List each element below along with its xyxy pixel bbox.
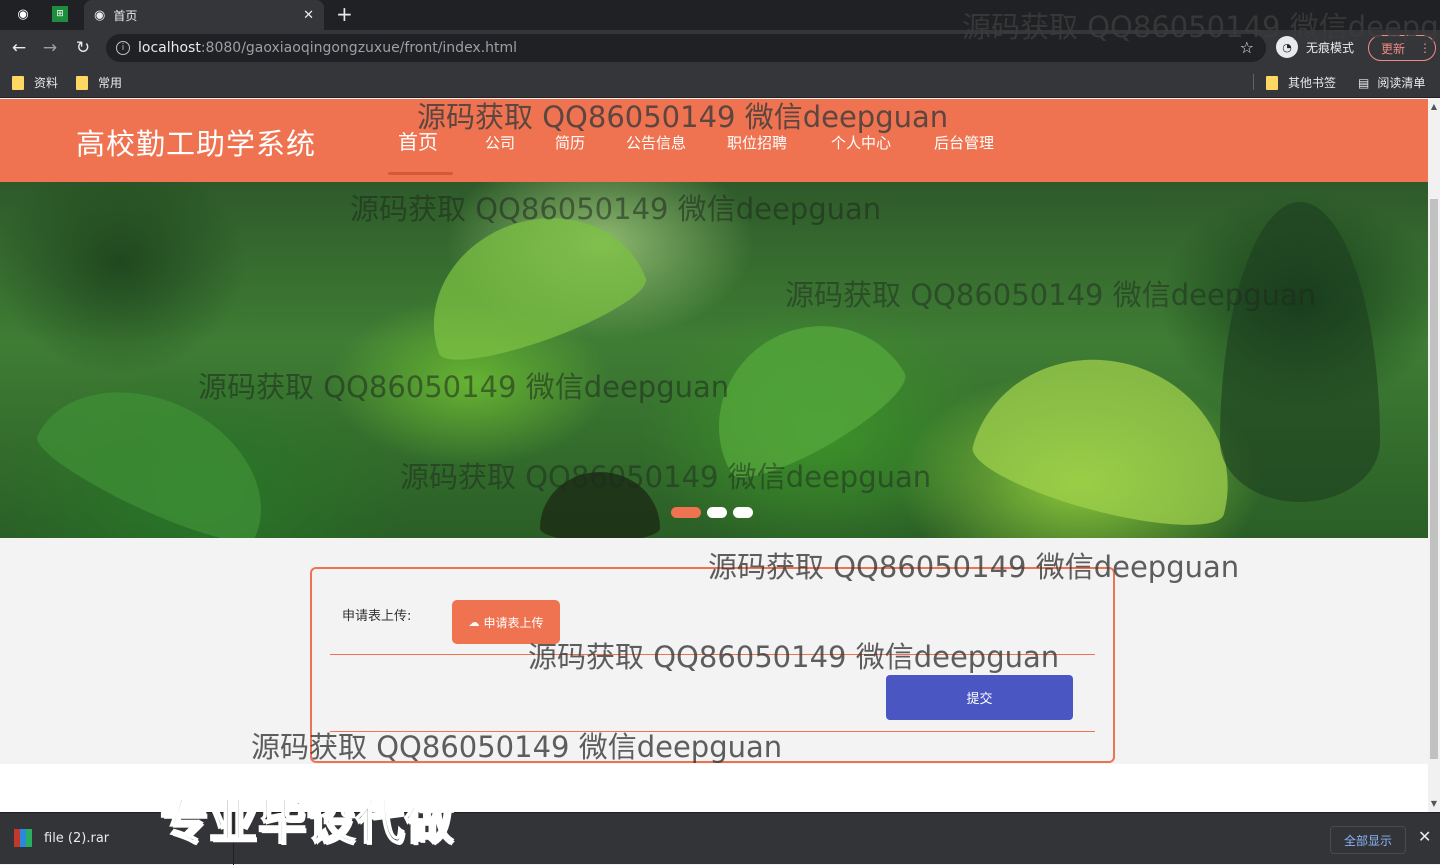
reload-icon[interactable]: ↻ [72, 37, 94, 59]
browser-tab-bar: ◉ ⊞ ◉ 首页 ✕ + [0, 0, 1440, 30]
reading-list-icon: ▤ [1358, 75, 1370, 90]
scroll-thumb[interactable] [1430, 199, 1438, 759]
other-bookmarks[interactable]: 其他书签 [1266, 74, 1336, 91]
menu-dots-icon[interactable]: ⋮ [1419, 41, 1431, 55]
browser-toolbar: ← → ↻ i localhost:8080/gaoxiaoqingongzux… [0, 30, 1440, 66]
address-bar[interactable]: i localhost:8080/gaoxiaoqingongzuxue/fro… [106, 34, 1266, 62]
scroll-down-icon[interactable]: ▼ [1430, 799, 1438, 808]
update-label: 更新 [1381, 41, 1406, 56]
submit-button[interactable]: 提交 [886, 675, 1073, 720]
url-host: localhost [138, 40, 201, 56]
web-page: 高校勤工助学系统 首页 公司 简历 公告信息 职位招聘 个人中心 后台管理 申请… [0, 99, 1428, 812]
page-scrollbar[interactable]: ▲ ▼ [1428, 99, 1440, 812]
nav-home[interactable]: 首页 [398, 126, 438, 155]
nav-announcements[interactable]: 公告信息 [626, 132, 686, 153]
nav-profile[interactable]: 个人中心 [831, 132, 891, 153]
star-icon[interactable]: ☆ [1240, 38, 1254, 57]
carousel-dot[interactable] [733, 507, 753, 518]
rar-file-icon [14, 829, 32, 847]
incognito-indicator[interactable]: ◔ 无痕模式 [1276, 36, 1354, 58]
incognito-label: 无痕模式 [1306, 40, 1355, 55]
upload-label: 申请表上传: [342, 609, 412, 624]
folder-icon [12, 75, 24, 90]
sheets-icon[interactable]: ⊞ [52, 6, 68, 22]
foliage [406, 187, 654, 377]
nav-resume[interactable]: 简历 [555, 132, 585, 153]
carousel-banner[interactable] [0, 182, 1428, 538]
folder-icon [76, 75, 88, 90]
forward-icon[interactable]: → [39, 37, 61, 59]
foliage [683, 290, 917, 494]
bookmarks-bar: 资料 常用 其他书签 ▤ 阅读清单 [0, 66, 1440, 98]
url-path: :8080/gaoxiaoqingongzuxue/front/index.ht… [200, 40, 518, 56]
carousel-dot-active[interactable] [671, 507, 701, 518]
divider [330, 731, 1095, 732]
divider [1253, 74, 1254, 90]
nav-active-indicator [388, 172, 453, 175]
globe-icon: ◉ [94, 7, 106, 23]
foliage [965, 330, 1255, 538]
promo-overlay: 专业毕设代做 [159, 793, 455, 851]
new-tab-button[interactable]: + [336, 2, 353, 26]
tab-title: 首页 [113, 8, 138, 23]
foliage [540, 472, 660, 538]
nav-admin[interactable]: 后台管理 [934, 132, 994, 153]
close-icon[interactable]: ✕ [1418, 827, 1431, 846]
show-all-button[interactable]: 全部显示 [1330, 826, 1406, 854]
download-item[interactable]: file (2).rar [14, 829, 109, 847]
download-filename: file (2).rar [44, 830, 110, 846]
info-icon[interactable]: i [116, 41, 130, 55]
site-title: 高校勤工助学系统 [76, 127, 317, 161]
bookmark-folder[interactable]: 资料 [12, 74, 58, 91]
bookmark-folder[interactable]: 常用 [76, 74, 122, 91]
globe-icon[interactable]: ◉ [12, 3, 34, 25]
folder-icon [1266, 75, 1278, 90]
nav-company[interactable]: 公司 [485, 132, 515, 153]
foliage [27, 356, 293, 538]
divider [330, 654, 1095, 655]
back-icon[interactable]: ← [8, 37, 30, 59]
site-header: 高校勤工助学系统 首页 公司 简历 公告信息 职位招聘 个人中心 后台管理 [0, 99, 1428, 182]
incognito-icon: ◔ [1276, 36, 1298, 58]
nav-jobs[interactable]: 职位招聘 [727, 132, 787, 153]
scroll-up-icon[interactable]: ▲ [1430, 102, 1438, 111]
update-button[interactable]: 更新 ⋮ [1368, 35, 1436, 61]
application-form: 申请表上传: ☁ 申请表上传 提交 [310, 567, 1115, 763]
close-icon[interactable]: ✕ [303, 8, 314, 23]
foliage [1220, 202, 1380, 502]
upload-button[interactable]: ☁ 申请表上传 [452, 600, 560, 644]
reading-list[interactable]: ▤ 阅读清单 [1358, 74, 1425, 91]
tab-home[interactable]: ◉ 首页 ✕ [84, 0, 324, 30]
carousel-dot[interactable] [707, 507, 727, 518]
cloud-upload-icon: ☁ [468, 615, 480, 629]
